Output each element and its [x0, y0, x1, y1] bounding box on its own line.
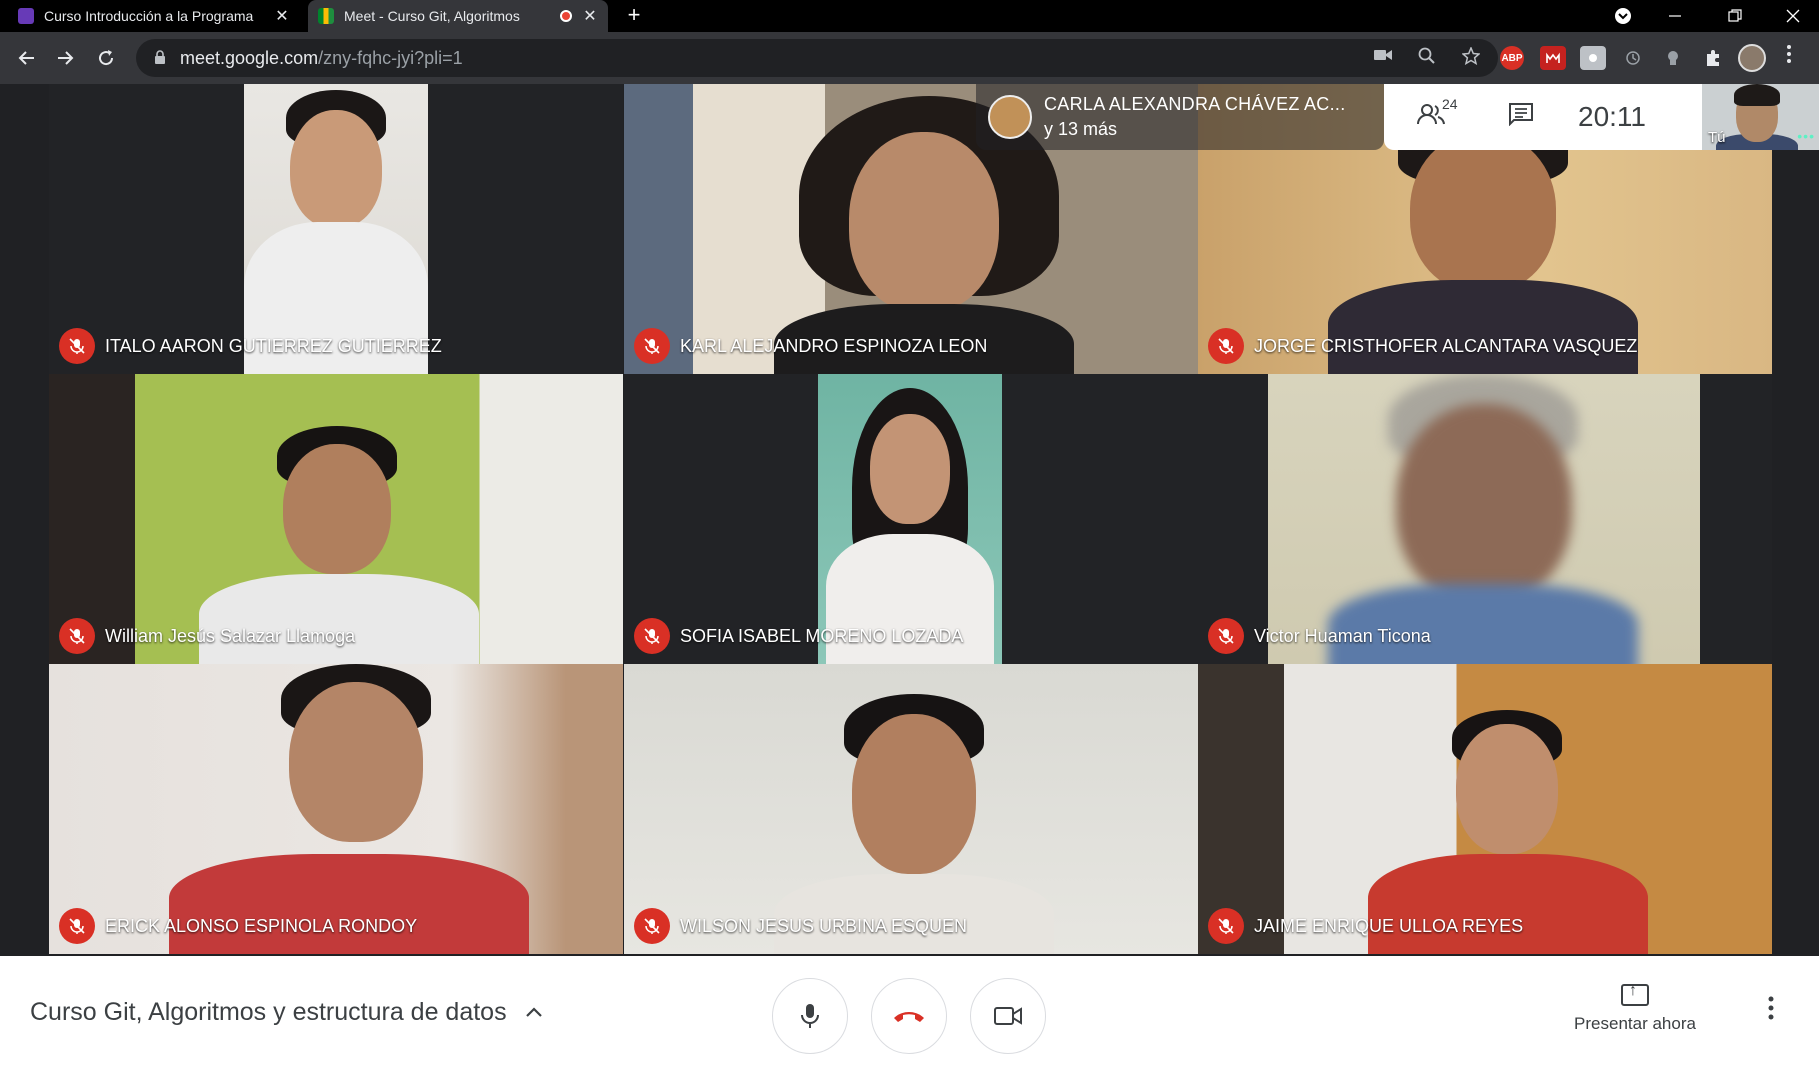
url-host: meet.google.com	[180, 47, 319, 68]
chat-button[interactable]	[1508, 102, 1534, 133]
mic-muted-icon	[1208, 908, 1244, 944]
tab-title: Curso Introducción a la Programa	[44, 8, 254, 24]
participant-name-label: ITALO AARON GUTIERREZ GUTIERREZ	[59, 328, 442, 364]
browser-tab-strip: Curso Introducción a la Programa ✕ Meet …	[0, 0, 1819, 32]
self-view-tile[interactable]: Tú •••	[1702, 84, 1819, 150]
participant-name-label: JAIME ENRIQUE ULLOA REYES	[1208, 908, 1523, 944]
participant-tile-8[interactable]: JAIME ENRIQUE ULLOA REYES	[1198, 664, 1772, 954]
microphone-icon	[801, 1004, 819, 1028]
more-options-icon[interactable]	[1768, 996, 1774, 1027]
participant-tile-0[interactable]: ITALO AARON GUTIERREZ GUTIERREZ	[49, 84, 623, 374]
close-window-icon[interactable]	[1770, 0, 1816, 32]
camera-button[interactable]	[970, 978, 1046, 1054]
mic-muted-icon	[1208, 328, 1244, 364]
participant-name-label: KARL ALEJANDRO ESPINOZA LEON	[634, 328, 987, 364]
meet-bottom-bar: Curso Git, Algoritmos y estructura de da…	[0, 956, 1819, 1074]
participant-name: JORGE CRISTHOFER ALCANTARA VASQUEZ	[1254, 335, 1638, 356]
present-now-button[interactable]: Presentar ahora	[1570, 982, 1700, 1034]
participant-tile-4[interactable]: SOFIA ISABEL MORENO LOZADA	[624, 374, 1198, 664]
restore-icon[interactable]	[1712, 0, 1758, 32]
meeting-info-bar: 24 20:11	[1384, 84, 1702, 150]
participant-name: WILSON JESUS URBINA ESQUEN	[680, 915, 968, 936]
extension-red-icon[interactable]	[1540, 46, 1566, 70]
extension-bulb-icon[interactable]	[1660, 46, 1686, 70]
mic-muted-icon	[634, 328, 670, 364]
participant-tile-6[interactable]: ERICK ALONSO ESPINOLA RONDOY	[49, 664, 623, 954]
self-label: Tú	[1708, 129, 1726, 146]
participant-name-label: WILSON JESUS URBINA ESQUEN	[634, 908, 967, 944]
participant-name: SOFIA ISABEL MORENO LOZADA	[680, 625, 964, 646]
tab-meet[interactable]: Meet - Curso Git, Algoritmos ✕	[308, 0, 608, 32]
active-speaker-name: CARLA ALEXANDRA CHÁVEZ AC...	[1044, 94, 1346, 114]
camera-in-use-icon[interactable]	[1374, 47, 1392, 70]
meet-video-grid: ITALO AARON GUTIERREZ GUTIERREZ KARL ALE…	[0, 84, 1819, 956]
active-speakers-indicator[interactable]: CARLA ALEXANDRA CHÁVEZ AC... y 13 más	[976, 84, 1384, 150]
minimize-icon[interactable]	[1652, 0, 1698, 32]
url-path: /zny-fqhc-jyi?pli=1	[318, 47, 463, 68]
participant-name: ERICK ALONSO ESPINOLA RONDOY	[105, 915, 418, 936]
forms-favicon-icon	[18, 8, 34, 24]
self-audio-indicator-icon: •••	[1797, 128, 1815, 144]
extensions-puzzle-icon[interactable]	[1700, 46, 1726, 70]
browser-toolbar: meet.google.com/zny-fqhc-jyi?pli=1 ABP	[0, 32, 1819, 84]
mic-muted-icon	[634, 908, 670, 944]
tab-search-icon[interactable]	[1600, 0, 1646, 32]
lock-icon	[154, 49, 166, 67]
mic-muted-icon	[1208, 618, 1244, 654]
mic-muted-icon	[59, 908, 95, 944]
tab-curso-introduccion[interactable]: Curso Introducción a la Programa ✕	[8, 0, 300, 32]
meeting-details-toggle[interactable]: Curso Git, Algoritmos y estructura de da…	[30, 998, 543, 1027]
participant-name-label: JORGE CRISTHOFER ALCANTARA VASQUEZ	[1208, 328, 1637, 364]
participant-tile-7[interactable]: WILSON JESUS URBINA ESQUEN	[624, 664, 1198, 954]
new-tab-button[interactable]: +	[620, 2, 648, 28]
bookmark-star-icon[interactable]	[1461, 46, 1481, 70]
chevron-up-icon	[525, 1002, 543, 1023]
participants-button[interactable]: 24	[1416, 96, 1458, 133]
browser-menu-icon[interactable]	[1786, 44, 1792, 70]
participant-count: 24	[1442, 95, 1458, 112]
mic-muted-icon	[634, 618, 670, 654]
speaker-avatar	[988, 95, 1032, 139]
participant-tile-5[interactable]: Victor Huaman Ticona	[1198, 374, 1772, 664]
forward-icon[interactable]	[50, 42, 82, 74]
close-tab-icon[interactable]: ✕	[274, 6, 290, 26]
back-icon[interactable]	[10, 42, 42, 74]
participant-name-label: SOFIA ISABEL MORENO LOZADA	[634, 618, 963, 654]
meeting-title: Curso Git, Algoritmos y estructura de da…	[30, 998, 507, 1026]
participant-tile-3[interactable]: William Jesús Salazar Llamoga	[49, 374, 623, 664]
present-now-label: Presentar ahora	[1574, 1014, 1696, 1033]
tab-title: Meet - Curso Git, Algoritmos	[344, 8, 520, 24]
participant-name: William Jesús Salazar Llamoga	[105, 625, 356, 646]
chat-icon	[1509, 102, 1533, 126]
participant-name: JAIME ENRIQUE ULLOA REYES	[1254, 915, 1524, 936]
hang-up-button[interactable]	[871, 978, 947, 1054]
microphone-button[interactable]	[772, 978, 848, 1054]
participant-name: ITALO AARON GUTIERREZ GUTIERREZ	[105, 335, 442, 356]
participant-name: KARL ALEJANDRO ESPINOZA LEON	[680, 335, 988, 356]
camera-icon	[994, 1007, 1022, 1025]
adblock-extension-icon[interactable]: ABP	[1500, 46, 1524, 70]
meet-favicon-icon	[318, 8, 334, 24]
profile-avatar[interactable]	[1738, 44, 1766, 72]
close-tab-icon[interactable]: ✕	[582, 6, 598, 26]
address-bar[interactable]: meet.google.com/zny-fqhc-jyi?pli=1	[136, 39, 1498, 77]
recording-icon	[560, 10, 572, 22]
participant-name-label: Victor Huaman Ticona	[1208, 618, 1431, 654]
zoom-icon[interactable]	[1418, 47, 1436, 70]
active-speaker-more: y 13 más	[1044, 119, 1118, 139]
mic-muted-icon	[59, 328, 95, 364]
extension-history-icon[interactable]	[1620, 46, 1646, 70]
reload-icon[interactable]	[90, 42, 122, 74]
participant-name-label: William Jesús Salazar Llamoga	[59, 618, 355, 654]
phone-hangup-icon	[894, 1012, 924, 1022]
participant-name-label: ERICK ALONSO ESPINOLA RONDOY	[59, 908, 417, 944]
extension-gray-icon[interactable]	[1580, 46, 1606, 70]
meeting-clock: 20:11	[1578, 101, 1646, 132]
participant-name: Victor Huaman Ticona	[1254, 625, 1431, 646]
present-screen-icon	[1621, 982, 1649, 1006]
mic-muted-icon	[59, 618, 95, 654]
